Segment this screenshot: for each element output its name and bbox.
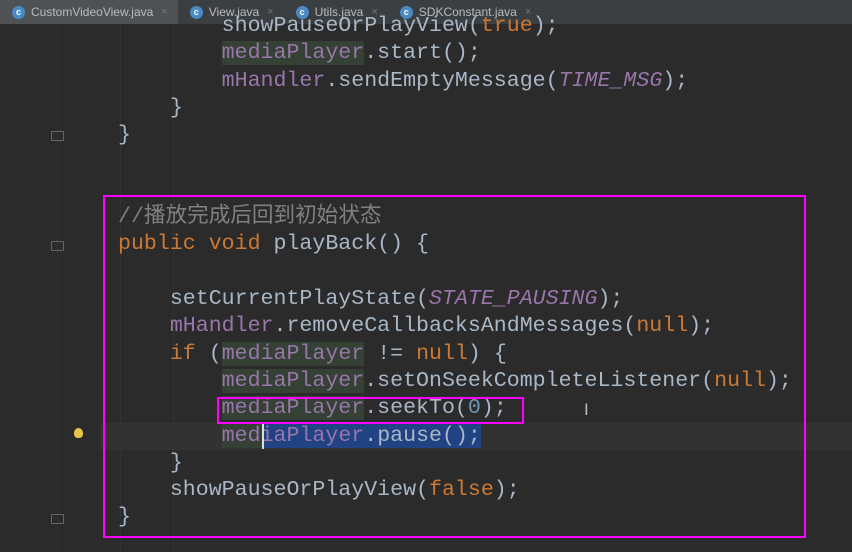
code-line: mediaPlayer.start(); [221,40,481,67]
fold-end-icon[interactable] [51,131,64,141]
code-token: .start(); [364,41,481,66]
annotation-highlight-box [103,195,806,538]
code-token: ); [532,14,559,38]
code-line: showPauseOrPlayView(true); [222,13,559,40]
code-token: } [118,123,131,148]
annotation-highlight-seekto [217,397,524,424]
code-line: } [170,95,183,122]
code-token: showPauseOrPlayView( [221,14,481,38]
code-token: TIME_MSG [558,68,663,93]
code-token: .sendEmptyMessage( [325,68,559,93]
code-token: mHandler [221,68,326,93]
code-token: mediaPlayer [221,41,365,66]
fold-end-icon[interactable] [51,514,64,524]
code-token: ); [662,68,689,93]
fold-start-icon[interactable] [51,241,64,251]
lightbulb-icon[interactable] [74,428,83,438]
code-line: } [118,122,131,149]
code-token: true [480,14,533,38]
code-token: } [169,95,183,120]
code-line: mHandler.sendEmptyMessage(TIME_MSG); [222,68,689,95]
